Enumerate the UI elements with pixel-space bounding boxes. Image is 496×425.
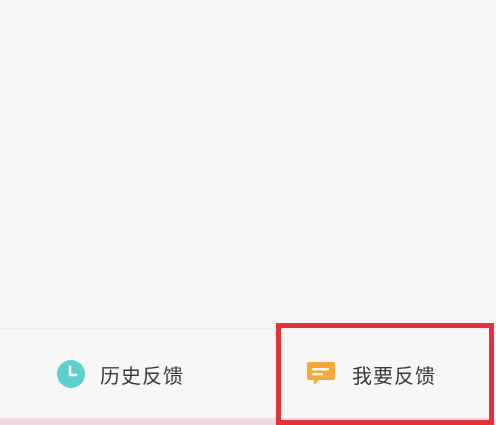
bottom-action-bar: 历史反馈 我要反馈 (0, 328, 496, 419)
clock-icon (56, 359, 86, 389)
chat-bubble-icon (306, 360, 336, 388)
submit-feedback-button[interactable]: 我要反馈 (306, 329, 436, 419)
history-feedback-label: 历史反馈 (100, 363, 184, 388)
bottom-strip (0, 418, 496, 425)
history-feedback-button[interactable]: 历史反馈 (56, 329, 184, 419)
submit-feedback-label: 我要反馈 (352, 363, 436, 388)
content-area (0, 0, 496, 328)
